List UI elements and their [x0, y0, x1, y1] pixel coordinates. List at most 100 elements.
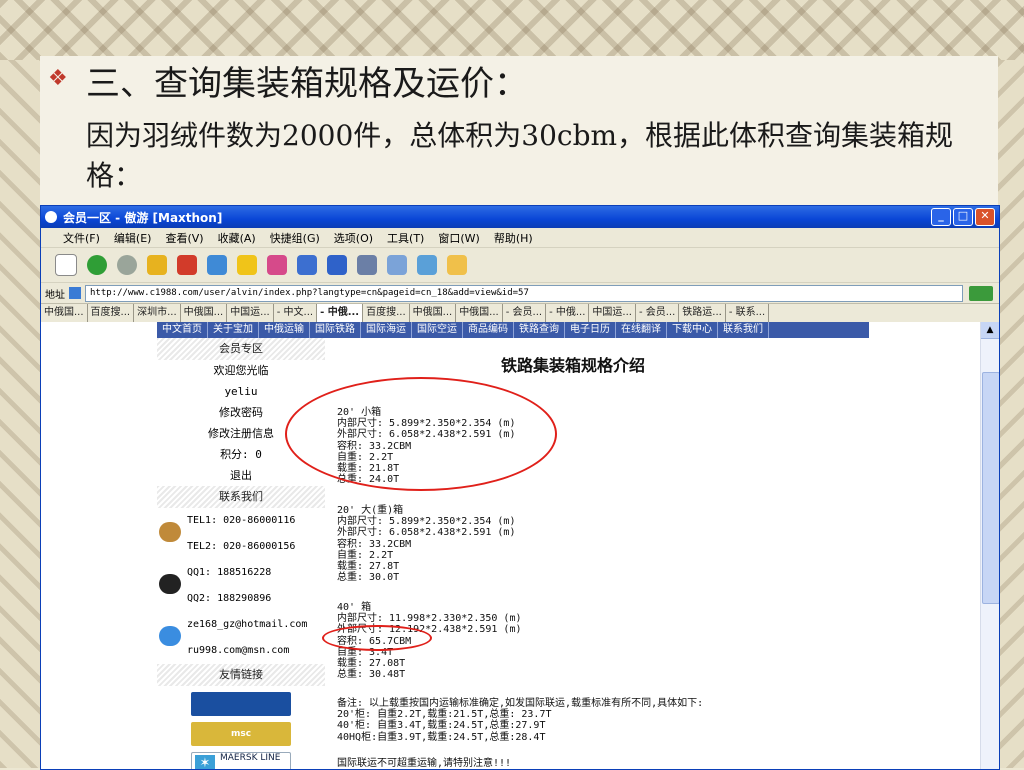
maersk-logo-text: MAERSK LINE [220, 753, 281, 763]
menu-tools[interactable]: 工具(T) [387, 230, 424, 246]
tab-6[interactable]: - 中文... [274, 304, 318, 322]
highlight-ring-volume [322, 625, 432, 651]
tab-11[interactable]: - 会员... [503, 304, 547, 322]
tab-5[interactable]: 中国运... [227, 304, 274, 322]
tab-12[interactable]: - 中俄... [546, 304, 590, 322]
tab-10[interactable]: 中俄国... [456, 304, 503, 322]
site-nav-item[interactable]: 在线翻译 [616, 322, 667, 338]
tab-16[interactable]: - 联系... [726, 304, 770, 322]
stop-icon[interactable] [177, 255, 197, 275]
tab-2[interactable]: 百度搜... [88, 304, 135, 322]
site-nav-item[interactable]: 联系我们 [718, 322, 769, 338]
back-icon[interactable] [87, 255, 107, 275]
favorites-icon[interactable] [237, 255, 257, 275]
page-content: 中文首页 关于宝加 中俄运输 国际铁路 国际海运 国际空运 商品编码 铁路查询 … [41, 322, 981, 769]
menu-help[interactable]: 帮助(H) [494, 230, 533, 246]
go-icon[interactable] [969, 285, 993, 301]
site-nav-item[interactable]: 下载中心 [667, 322, 718, 338]
address-label: 地址 [45, 289, 65, 301]
tab-1[interactable]: 中俄国... [41, 304, 88, 322]
note-line: 备注: 以上载重按国内运输标准确定,如发国际联运,载重标准有所不同,具体如下: [337, 698, 704, 709]
tab-15[interactable]: 铁路运... [679, 304, 726, 322]
site-nav-item[interactable]: 关于宝加 [208, 322, 259, 338]
site-nav: 中文首页 关于宝加 中俄运输 国际铁路 国际海运 国际空运 商品编码 铁路查询 … [157, 322, 869, 338]
spec-line: 总重: 30.0T [337, 572, 400, 584]
menu-options[interactable]: 选项(O) [334, 230, 373, 246]
tab-7-active[interactable]: - 中俄... [317, 304, 364, 322]
slide-border-top [0, 0, 1024, 60]
tab-8[interactable]: 百度搜... [363, 304, 410, 322]
spec-line: 载重: 27.8T [337, 561, 400, 573]
note-line: 40'柜: 自重3.4T,载重:24.5T,总重:27.9T [337, 720, 546, 732]
email-row: ze168_gz@hotmail.com [157, 612, 325, 646]
note-line: 20'柜: 自重2.2T,载重:21.5T,总重: 23.7T [337, 709, 552, 721]
menu-bar: 文件(F) 编辑(E) 查看(V) 收藏(A) 快捷组(G) 选项(O) 工具(… [41, 228, 999, 248]
tab-3[interactable]: 深圳市... [134, 304, 181, 322]
minimize-button[interactable]: _ [931, 208, 951, 226]
site-nav-item[interactable]: 国际空运 [412, 322, 463, 338]
undo-icon[interactable] [327, 255, 347, 275]
title-bar: 会员一区 - 傲游 [Maxthon] _ □ ✕ [41, 206, 999, 228]
contact-heading: 联系我们 [157, 486, 325, 508]
refresh-icon[interactable] [147, 255, 167, 275]
scroll-thumb[interactable] [982, 372, 999, 604]
vertical-scrollbar[interactable]: ▲ [980, 322, 999, 769]
tab-13[interactable]: 中国运... [589, 304, 636, 322]
maximize-button[interactable]: □ [953, 208, 973, 226]
spec-line: 载重: 27.08T [337, 658, 406, 670]
email-link[interactable]: ze168_gz@hotmail.com [187, 619, 307, 630]
tab-bar: 中俄国... 百度搜... 深圳市... 中俄国... 中国运... - 中文.… [41, 304, 999, 323]
qq2-text: QQ2: 188290896 [187, 593, 272, 604]
username: yeliu [224, 385, 258, 398]
msc-logo[interactable]: msc [191, 722, 291, 746]
menu-window[interactable]: 窗口(W) [438, 230, 479, 246]
site-nav-item[interactable]: 商品编码 [463, 322, 514, 338]
tab-14[interactable]: - 会员... [636, 304, 680, 322]
highlight-ring-20ft [285, 377, 557, 491]
site-nav-item[interactable]: 电子日历 [565, 322, 616, 338]
scroll-up-icon[interactable]: ▲ [981, 322, 999, 339]
menu-file[interactable]: 文件(F) [63, 230, 100, 246]
toolbar [41, 248, 999, 283]
spec-line: 外部尺寸: 6.058*2.438*2.591 (m) [337, 527, 516, 539]
cs-logo[interactable] [191, 692, 291, 716]
tab-9[interactable]: 中俄国... [410, 304, 457, 322]
note-line: 40HQ柜:自重3.9T,载重:24.5T,总重:28.4T [337, 731, 546, 743]
qq1-row: QQ1: 188516228 [157, 560, 325, 594]
maersk-logo[interactable]: ✶ MAERSK LINE [191, 752, 291, 769]
spec-line: 内部尺寸: 5.899*2.350*2.354 (m) [337, 516, 516, 528]
links-heading: 友情链接 [157, 664, 325, 686]
logout-link[interactable]: 退出 [157, 465, 325, 486]
folder-icon[interactable] [447, 255, 467, 275]
new-page-icon[interactable] [55, 254, 77, 276]
list-icon[interactable] [387, 255, 407, 275]
window-icon[interactable] [297, 255, 317, 275]
bullet-icon: ❖ [48, 66, 68, 91]
site-nav-item[interactable]: 国际铁路 [310, 322, 361, 338]
qq2-row: QQ2: 188290896 [157, 586, 325, 612]
site-nav-item[interactable]: 中俄运输 [259, 322, 310, 338]
tab-4[interactable]: 中俄国... [181, 304, 228, 322]
tools-icon[interactable] [357, 255, 377, 275]
spec-line: 40' 箱 [337, 602, 372, 613]
browser-window: 会员一区 - 傲游 [Maxthon] _ □ ✕ 文件(F) 编辑(E) 查看… [40, 205, 1000, 770]
forward-icon[interactable] [117, 255, 137, 275]
address-input[interactable]: http://www.c1988.com/user/alvin/index.ph… [85, 284, 963, 302]
msn-link[interactable]: ru998.com@msn.com [187, 645, 289, 656]
maersk-star-icon: ✶ [195, 755, 215, 769]
site-nav-item[interactable]: 国际海运 [361, 322, 412, 338]
msn-row: ru998.com@msn.com [157, 638, 325, 664]
menu-view[interactable]: 查看(V) [165, 230, 203, 246]
chart-icon[interactable] [417, 255, 437, 275]
menu-favorites[interactable]: 收藏(A) [218, 230, 256, 246]
close-button[interactable]: ✕ [975, 208, 995, 226]
site-nav-item[interactable]: 中文首页 [157, 322, 208, 338]
menu-groups[interactable]: 快捷组(G) [270, 230, 320, 246]
menu-edit[interactable]: 编辑(E) [114, 230, 152, 246]
site-sidebar: 会员专区 欢迎您光临 yeliu 修改密码 修改注册信息 积分: 0 退出 联系… [157, 338, 325, 769]
translate-icon[interactable] [267, 255, 287, 275]
welcome-text: 欢迎您光临 [213, 364, 269, 377]
site-nav-item[interactable]: 铁路查询 [514, 322, 565, 338]
home-icon[interactable] [207, 255, 227, 275]
slide-subtext: 因为羽绒件数为2000件，总体积为30cbm，根据此体积查询集装箱规格： [86, 119, 954, 192]
